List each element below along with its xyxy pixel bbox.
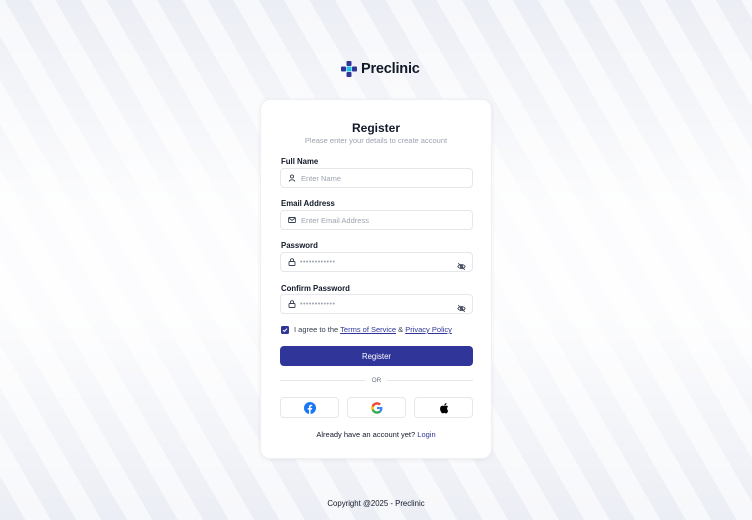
full-name-placeholder: Enter Name [301,173,342,183]
eye-off-icon[interactable] [457,258,466,271]
brand-name: Preclinic [361,61,420,77]
already-text: Already have an account yet? [316,430,416,439]
password-input[interactable]: •••••••••••• [280,252,473,272]
google-icon [370,401,382,414]
brand-logo: Preclinic [341,61,420,77]
eye-off-icon[interactable] [457,300,466,313]
apple-signup-button[interactable] [414,397,473,418]
register-button[interactable]: Register [280,346,473,366]
preclinic-logo-icon [341,61,357,77]
lock-icon [288,258,296,266]
terms-agreement: I agree to the Terms of Service & Privac… [281,325,452,334]
or-text: OR [371,376,382,384]
email-label: Email Address [281,199,335,208]
terms-of-service-link[interactable]: Terms of Service [340,325,396,334]
or-divider: OR [280,375,473,385]
apple-icon [440,402,449,413]
agree-amp: & [398,325,404,334]
confirm-password-value: •••••••••••• [300,300,336,308]
facebook-icon [303,401,316,414]
full-name-input[interactable]: Enter Name [280,168,473,188]
email-input[interactable]: Enter Email Address [280,210,473,230]
confirm-password-label: Confirm Password [281,284,350,293]
page-subtitle: Please enter your details to create acco… [304,136,448,145]
page-title: Register [351,121,401,135]
login-link[interactable]: Login [417,430,435,439]
lock-icon [288,300,296,308]
facebook-signup-button[interactable] [280,397,339,418]
confirm-password-input[interactable]: •••••••••••• [280,294,473,314]
privacy-policy-link[interactable]: Privacy Policy [405,325,452,334]
full-name-label: Full Name [281,157,319,166]
mail-icon [288,216,296,224]
footer-copyright: Copyright @2025 - Preclinic [327,499,425,508]
register-card: Register Please enter your details to cr… [260,99,492,459]
password-label: Password [281,241,318,250]
google-signup-button[interactable] [347,397,406,418]
email-placeholder: Enter Email Address [301,215,369,225]
login-prompt: Already have an account yet? Login [261,430,491,439]
agree-checkbox[interactable] [281,325,289,334]
user-icon [288,174,296,182]
agree-prefix: I agree to the [294,325,339,334]
password-value: •••••••••••• [300,258,336,266]
